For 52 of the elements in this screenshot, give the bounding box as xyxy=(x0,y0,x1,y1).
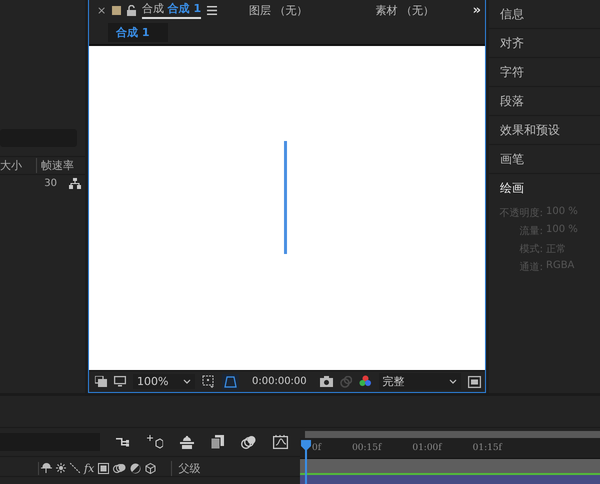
hierarchy-icon xyxy=(69,178,81,188)
panel-tab[interactable]: 素材 （无） xyxy=(376,2,434,18)
time-label: 01:15f xyxy=(472,443,502,453)
mask-toggle[interactable] xyxy=(222,374,239,390)
panel-header[interactable]: 对齐 xyxy=(489,29,600,58)
cube-icon[interactable] xyxy=(145,462,156,474)
motion-blur-icon[interactable] xyxy=(113,462,126,474)
caret-icon[interactable] xyxy=(448,379,457,384)
time-label: 0f xyxy=(312,443,322,453)
time-label: 01:00f xyxy=(412,443,442,453)
playhead[interactable] xyxy=(301,440,311,484)
fast-preview-icon[interactable] xyxy=(468,376,481,388)
circles-icon[interactable] xyxy=(241,435,256,449)
slash-icon[interactable] xyxy=(70,463,80,473)
column-header[interactable]: 父级 xyxy=(171,460,200,476)
graph-editor-icon[interactable] xyxy=(273,435,288,449)
camera-icon[interactable] xyxy=(320,376,333,387)
close-icon[interactable]: × xyxy=(97,4,106,16)
timecode[interactable]: 0:00:00:00 xyxy=(252,376,307,387)
panel-header[interactable]: 字符 xyxy=(489,58,600,87)
composition-tab[interactable]: 合成 合成 1 xyxy=(142,1,202,19)
frame-rate-cell: 30 xyxy=(44,178,57,188)
menu-icon[interactable] xyxy=(207,6,218,14)
monitor-icon[interactable] xyxy=(114,376,126,387)
caret-icon[interactable] xyxy=(183,379,191,384)
zoom-dropdown[interactable]: 100% xyxy=(133,374,195,389)
adjustment-icon[interactable] xyxy=(130,462,142,474)
unlocked-lock-icon[interactable] xyxy=(127,4,136,16)
resolution-dropdown[interactable]: 完整 xyxy=(378,373,461,390)
time-label: 00:15f xyxy=(352,443,382,453)
composition-breadcrumb[interactable]: 合成 1 xyxy=(108,22,168,42)
overflow-button[interactable]: » xyxy=(472,2,481,18)
color-channels-icon[interactable] xyxy=(358,375,372,388)
sun-icon[interactable] xyxy=(56,463,66,473)
column-header[interactable]: 帧速率 xyxy=(37,158,74,173)
sparkle-cube-icon[interactable] xyxy=(147,434,163,450)
effects-toggle[interactable]: fx xyxy=(84,462,94,474)
panel-header[interactable]: 效果和预设 xyxy=(489,116,600,145)
preview-icon[interactable] xyxy=(95,376,107,387)
panel-header[interactable]: 画笔 xyxy=(489,145,600,174)
flowchart-icon[interactable] xyxy=(116,436,130,448)
column-header[interactable]: 大小 xyxy=(0,158,37,173)
region-icon[interactable] xyxy=(202,375,215,388)
panel-header[interactable]: 段落 xyxy=(489,87,600,116)
frame-blend-icon[interactable] xyxy=(98,462,110,474)
stack-icon[interactable] xyxy=(180,436,194,448)
panel-header[interactable]: 信息 xyxy=(489,0,600,29)
layers-icon[interactable] xyxy=(211,435,224,449)
panel-tab[interactable]: 图层 （无） xyxy=(249,2,308,18)
color-swatch[interactable] xyxy=(112,6,122,14)
panel-header[interactable]: 绘画 xyxy=(489,174,600,202)
shy-icon[interactable] xyxy=(41,463,52,473)
